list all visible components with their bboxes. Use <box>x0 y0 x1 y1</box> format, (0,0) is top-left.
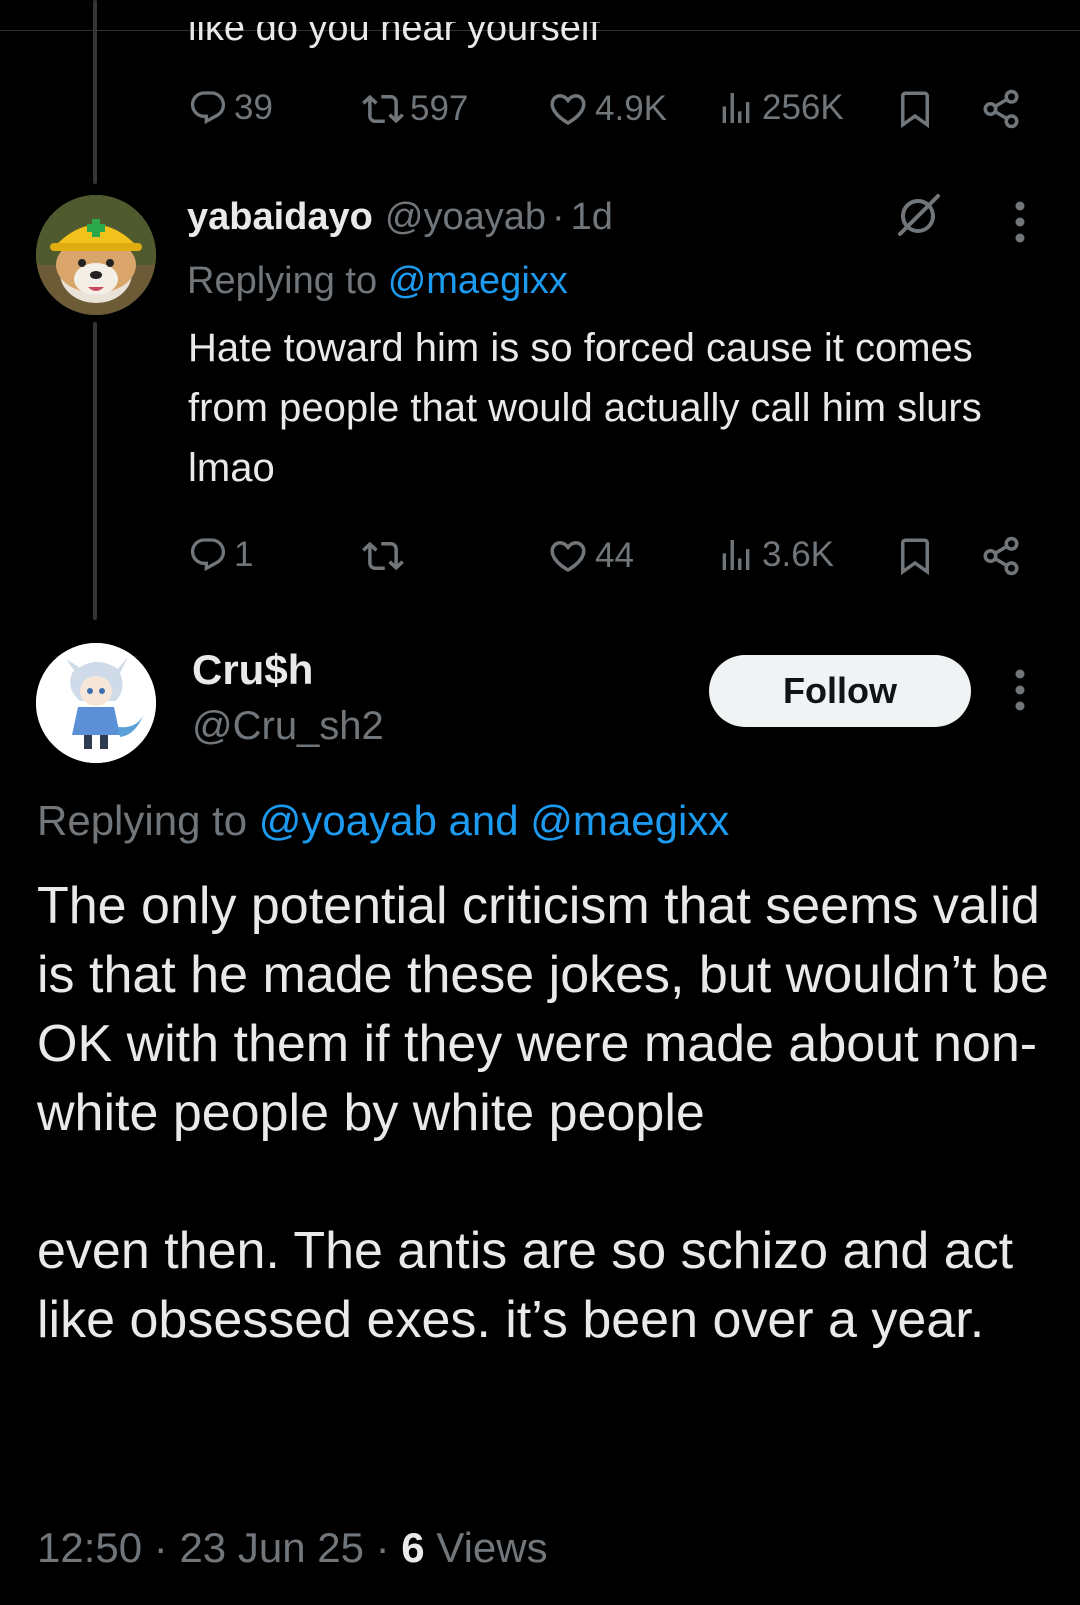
top-tweet-actions: 39 597 4.9K 256K <box>0 88 1080 138</box>
timestamp[interactable]: 12:50 <box>37 1524 142 1571</box>
tweet-paragraph: even then. The antis are so schizo and a… <box>37 1222 1014 1349</box>
retweet-count: 597 <box>410 89 469 128</box>
reply-count: 39 <box>234 88 273 127</box>
separator: · <box>552 196 565 238</box>
reply-button[interactable]: 1 <box>188 535 253 575</box>
display-name[interactable]: Cru$h <box>192 646 313 694</box>
date[interactable]: 23 Jun 25 <box>179 1524 364 1571</box>
views-count: 3.6K <box>762 535 834 574</box>
views-button[interactable]: 3.6K <box>716 535 834 575</box>
views-label: Views <box>436 1524 548 1571</box>
retweet-icon <box>362 541 404 571</box>
separator: · <box>153 1524 168 1571</box>
views-icon <box>722 93 750 123</box>
heart-icon <box>550 541 586 573</box>
retweet-button[interactable]: 597 <box>362 88 468 130</box>
views-button[interactable]: 256K <box>716 88 844 128</box>
reply-icon <box>190 538 226 572</box>
mention-link[interactable]: @maegixx <box>388 260 568 302</box>
retweet-icon <box>362 94 404 124</box>
main-tweet-body: The only potential criticism that seems … <box>37 872 1057 1355</box>
bookmark-button[interactable] <box>894 88 936 130</box>
reply-tweet-header: yabaidayo @yoayab · 1d <box>187 196 613 239</box>
replying-prefix: Replying to <box>187 260 378 302</box>
separator: · <box>375 1524 390 1571</box>
views-icon <box>722 540 750 570</box>
follow-button[interactable]: Follow <box>709 655 971 727</box>
like-count: 44 <box>595 536 634 575</box>
mention-link[interactable]: @yoayab and @maegixx <box>259 797 730 844</box>
anime-character-avatar-image <box>36 643 156 763</box>
share-icon <box>983 536 1019 576</box>
reply-tweet-actions: 1 44 3.6K <box>0 535 1080 585</box>
replying-to-line: Replying to @maegixx <box>187 260 568 303</box>
tweet-meta: 12:50 · 23 Jun 25 · 6 Views <box>37 1524 548 1572</box>
grok-icon[interactable] <box>892 190 944 242</box>
reply-tweet-body: Hate toward him is so forced cause it co… <box>188 326 982 490</box>
share-icon <box>983 89 1019 129</box>
like-button[interactable]: 44 <box>547 535 634 577</box>
bookmark-icon <box>901 538 929 576</box>
reply-icon <box>190 91 226 125</box>
bookmark-icon <box>901 91 929 129</box>
avatar-crush[interactable] <box>36 643 156 763</box>
replying-prefix: Replying to <box>37 797 248 844</box>
reply-count: 1 <box>234 535 254 574</box>
handle[interactable]: @Cru_sh2 <box>192 704 384 749</box>
more-vertical-icon[interactable] <box>1006 200 1034 244</box>
views-count: 256K <box>762 88 844 127</box>
heart-icon <box>550 94 586 126</box>
dog-hardhat-avatar-image <box>36 195 156 315</box>
retweet-button[interactable] <box>362 535 404 577</box>
timestamp[interactable]: 1d <box>571 196 613 239</box>
bookmark-button[interactable] <box>894 535 936 577</box>
views-count[interactable]: 6 <box>401 1524 424 1571</box>
handle[interactable]: @yoayab <box>385 196 546 239</box>
like-count: 4.9K <box>595 89 667 128</box>
share-button[interactable] <box>980 535 1022 577</box>
share-button[interactable] <box>980 88 1022 130</box>
display-name[interactable]: yabaidayo <box>187 196 373 239</box>
more-vertical-icon[interactable] <box>1006 668 1034 712</box>
replying-to-line: Replying to @yoayab and @maegixx <box>37 797 729 845</box>
like-button[interactable]: 4.9K <box>547 88 667 130</box>
tweet-paragraph: The only potential criticism that seems … <box>37 877 1049 1142</box>
avatar-yabaidayo[interactable] <box>36 195 156 315</box>
top-tweet-text: like do you hear yourself <box>188 22 600 49</box>
reply-button[interactable]: 39 <box>188 88 273 128</box>
